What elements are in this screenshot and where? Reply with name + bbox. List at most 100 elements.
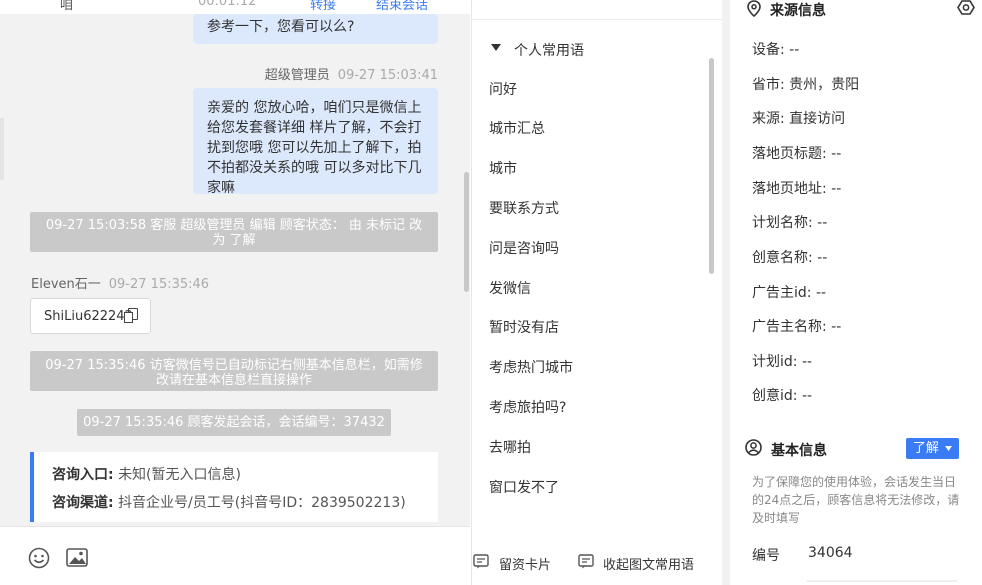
info-row-plan-id: 计划id: -- <box>752 351 812 371</box>
consult-channel-row: 咨询渠道: 抖音企业号/员工号(抖音号ID：2839502213) <box>52 492 406 512</box>
phrase-item[interactable]: 窗口发不了 <box>489 477 559 497</box>
wechat-id-chip[interactable]: ShiLiu622242 <box>30 298 151 334</box>
number-label: 编号 <box>752 548 780 564</box>
settings-icon[interactable] <box>957 0 975 15</box>
message-line: 不拍都没关系的哦 可以多对比下几 <box>207 160 422 176</box>
system-message-line: 改请在基本信息栏直接操作 <box>155 373 312 388</box>
system-message: 09-27 15:35:46 访客微信号已自动标记右侧基本信息栏，如需修 改请在… <box>30 351 438 391</box>
consult-info-card: 咨询入口: 未知(暂无入口信息) 咨询渠道: 抖音企业号/员工号(抖音号ID：2… <box>30 452 438 522</box>
message-meta: Eleven石一 09-27 15:35:46 <box>31 273 209 292</box>
info-label: 计划id: <box>752 354 798 370</box>
message-line: 扰到您哦 您可以先加上了解下，拍 <box>207 140 422 156</box>
info-row-province: 省市: 贵州，贵阳 <box>752 74 859 94</box>
caret-down-icon <box>491 44 501 51</box>
chat-toolbar <box>0 526 470 585</box>
phrase-item[interactable]: 问是咨询吗 <box>489 238 559 258</box>
info-label: 落地页地址: <box>752 181 827 197</box>
divider <box>472 19 722 20</box>
number-value: 34064 <box>808 545 853 561</box>
wechat-id-text: ShiLiu622242 <box>44 309 133 324</box>
left-edge-marker <box>0 118 4 180</box>
basic-info-title: 基本信息 <box>771 443 827 459</box>
info-row-creative-name: 创意名称: -- <box>752 247 827 267</box>
user-circle-icon <box>745 439 762 456</box>
phrase-item[interactable]: 考虑旅拍吗? <box>489 397 566 417</box>
info-row-landing-url: 落地页地址: -- <box>752 178 841 198</box>
info-value: -- <box>817 215 828 231</box>
notice-line: 及时填写 <box>752 511 801 525</box>
phrase-item[interactable]: 去哪拍 <box>489 437 531 457</box>
consult-channel-value: 抖音企业号/员工号(抖音号ID：2839502213) <box>118 495 406 511</box>
info-row-creative-id: 创意id: -- <box>752 385 812 405</box>
info-row-device: 设备: -- <box>752 39 799 59</box>
info-label: 设备: <box>752 42 785 58</box>
location-pin-icon <box>747 0 761 17</box>
phrase-item[interactable]: 问好 <box>489 79 517 99</box>
phrases-scrollbar[interactable] <box>709 58 714 274</box>
lead-card-label: 留资卡片 <box>499 558 552 573</box>
message-time: 09-27 15:35:46 <box>108 277 210 292</box>
caret-down-icon <box>945 446 953 451</box>
customer-status-dropdown[interactable]: 了解 <box>906 438 959 459</box>
message-time: 09-27 15:03:41 <box>337 68 438 83</box>
phrase-item[interactable]: 暂时没有店 <box>489 317 559 337</box>
info-value: -- <box>831 181 842 197</box>
phrase-item[interactable]: 要联系方式 <box>489 198 559 218</box>
info-label: 广告主名称: <box>752 319 827 335</box>
info-row-landing-title: 落地页标题: -- <box>752 143 841 163</box>
info-value: -- <box>831 146 842 162</box>
info-value: -- <box>789 42 800 58</box>
number-field-underline <box>807 580 957 582</box>
info-value: -- <box>801 388 813 404</box>
info-row-advertiser-name: 广告主名称: -- <box>752 316 841 336</box>
collapse-phrases-label: 收起图文常用语 <box>603 558 695 573</box>
notice-line: 为了保障您的使用体验，会话发生当日 <box>752 475 957 489</box>
system-message-line: 09-27 15:35:46 访客微信号已自动标记右侧基本信息栏，如需修 <box>45 358 423 373</box>
chat-header-strip: 咱 00:01:12 转接 结束会话 <box>0 0 470 14</box>
message-sender: 超级管理员 <box>264 68 330 83</box>
message-bubble-prev: 参考一下，您看可以么? <box>193 14 438 44</box>
info-row-advertiser-id: 广告主id: -- <box>752 282 826 302</box>
phrase-item[interactable]: 城市 <box>489 158 517 178</box>
message-card-icon <box>473 554 489 569</box>
customer-info-panel: 来源信息 设备: -- 省市: 贵州，贵阳 来源: 直接访问 落地页标题: --… <box>722 0 982 585</box>
copy-icon[interactable] <box>124 308 138 323</box>
notice-line: 的24点之后，顾客信息将无法修改，请 <box>752 493 960 507</box>
info-label: 省市: <box>752 77 785 93</box>
consult-entry-value: 未知(暂无入口信息) <box>118 467 241 483</box>
chat-scrollbar[interactable] <box>464 172 469 292</box>
smiley-icon[interactable] <box>28 547 50 569</box>
info-label: 广告主id: <box>752 285 812 301</box>
phrase-group-title: 个人常用语 <box>514 43 584 59</box>
message-bubble: 亲爱的 您放心哈，咱们只是微信上 给您发套餐详细 样片了解，不会打 扰到您哦 您… <box>193 88 438 196</box>
chat-header-name: 咱 <box>60 0 74 13</box>
consult-channel-label: 咨询渠道: <box>52 495 114 511</box>
info-label: 来源: <box>752 111 785 127</box>
transfer-link[interactable]: 转接 <box>310 0 336 13</box>
info-label: 计划名称: <box>752 215 813 231</box>
info-value: -- <box>831 319 842 335</box>
info-edit-notice: 为了保障您的使用体验，会话发生当日 的24点之后，顾客信息将无法修改，请 及时填… <box>752 473 959 527</box>
message-line: 给您发套餐详细 样片了解，不会打 <box>207 120 422 136</box>
info-value: 直接访问 <box>789 111 846 127</box>
message-meta: 超级管理员 09-27 15:03:41 <box>265 64 438 83</box>
info-value: -- <box>815 285 827 301</box>
end-session-link[interactable]: 结束会话 <box>376 0 428 13</box>
image-icon[interactable] <box>66 548 88 567</box>
phrases-footer: 留资卡片 收起图文常用语 <box>472 538 722 585</box>
info-value: 贵州，贵阳 <box>789 77 860 93</box>
phrase-item[interactable]: 考虑热门城市 <box>489 357 573 377</box>
phrase-item[interactable]: 发微信 <box>489 278 531 298</box>
info-row-source: 来源: 直接访问 <box>752 108 845 128</box>
info-row-plan-name: 计划名称: -- <box>752 212 827 232</box>
message-line: 亲爱的 您放心哈，咱们只是微信上 <box>207 100 422 116</box>
info-label: 创意名称: <box>752 250 813 266</box>
info-label: 创意id: <box>752 388 798 404</box>
message-list-icon <box>578 554 594 569</box>
chat-header-time: 00:01:12 <box>198 0 257 9</box>
info-label: 落地页标题: <box>752 146 827 162</box>
info-value: -- <box>801 354 813 370</box>
system-message: 09-27 15:03:58 客服 超级管理员 编辑 顾客状态： 由 未标记 改… <box>30 212 438 252</box>
message-line: 家嘛 <box>207 180 235 196</box>
phrase-item[interactable]: 城市汇总 <box>489 118 545 138</box>
